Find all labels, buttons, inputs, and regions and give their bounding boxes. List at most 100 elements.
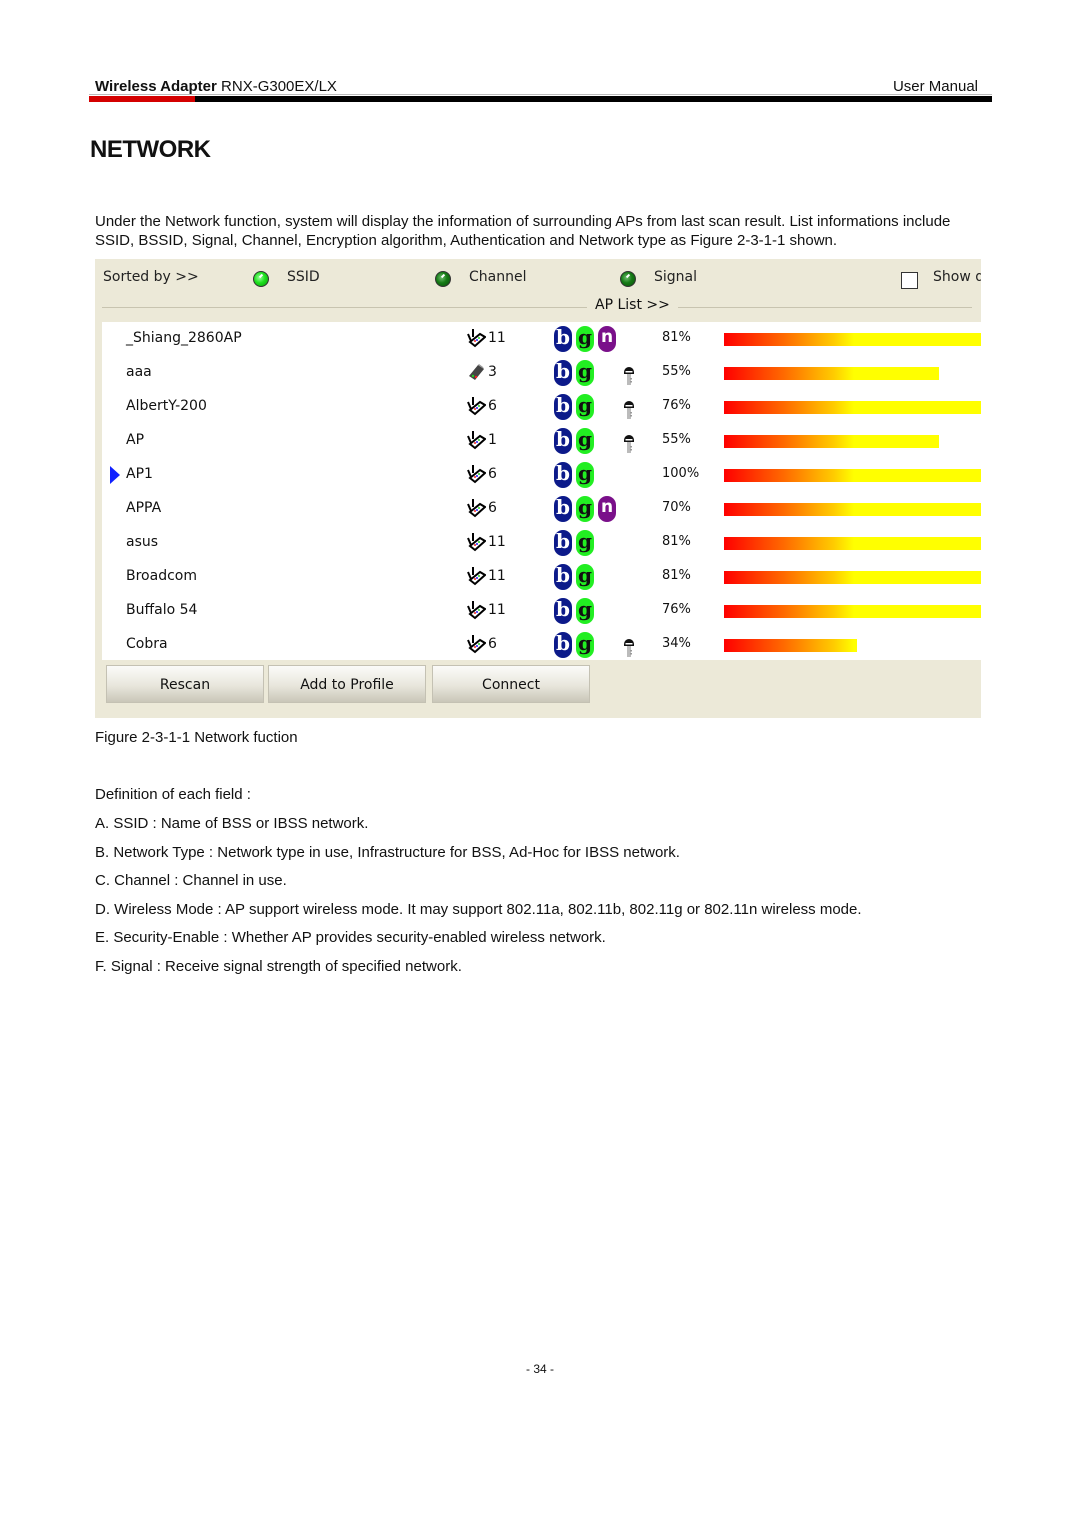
mode-g-icon: g: [576, 326, 594, 352]
infrastructure-ap-icon: [467, 499, 486, 518]
key-icon: [624, 435, 634, 453]
mode-b-icon: b: [554, 360, 572, 386]
key-icon: [624, 367, 634, 385]
header-rule: [89, 96, 992, 102]
header-product: Wireless Adapter RNX-G300EX/LX: [95, 78, 337, 95]
infrastructure-ap-icon: [467, 329, 486, 348]
ap-ssid: APPA: [126, 500, 162, 516]
ap-signal-bar: [724, 469, 981, 482]
connect-button[interactable]: Connect: [432, 665, 590, 703]
ap-signal-percent: 76%: [662, 398, 691, 413]
mode-g-icon: g: [576, 530, 594, 556]
infrastructure-ap-icon: [467, 533, 486, 552]
rescan-button[interactable]: Rescan: [106, 665, 264, 703]
ap-signal-bar: [724, 367, 939, 380]
ap-channel: 1: [488, 432, 497, 448]
ap-row[interactable]: AP1 6 b g 100%: [102, 458, 981, 492]
sort-channel-radio[interactable]: [435, 271, 451, 287]
ap-ssid: AlbertY-200: [126, 398, 207, 414]
intro-paragraph: Under the Network function, system will …: [95, 213, 951, 249]
mode-n-icon: n: [598, 496, 616, 522]
header-thin-rule: [89, 94, 992, 95]
mode-b-icon: b: [554, 530, 572, 556]
sort-bar: Sorted by >> SSID Channel Signal Show d: [95, 259, 981, 299]
ap-channel: 11: [488, 330, 506, 346]
infrastructure-ap-icon: [467, 465, 486, 484]
sort-signal-radio[interactable]: [620, 271, 636, 287]
ap-signal-bar: [724, 333, 981, 346]
sort-ssid-radio[interactable]: [253, 271, 269, 287]
ap-row[interactable]: Broadcom 11 b g 81%: [102, 560, 981, 594]
ap-row[interactable]: _Shiang_2860AP 11 b g n 81%: [102, 322, 981, 356]
definitions-heading: Definition of each field :: [95, 786, 251, 803]
mode-b-icon: b: [554, 428, 572, 454]
mode-b-icon: b: [554, 462, 572, 488]
ap-row[interactable]: AP 1 b g 55%: [102, 424, 981, 458]
mode-n-icon: n: [598, 326, 616, 352]
ap-row[interactable]: asus 11 b g 81%: [102, 526, 981, 560]
ap-signal-percent: 55%: [662, 432, 691, 447]
adhoc-card-icon: [469, 364, 484, 380]
ap-list[interactable]: _Shiang_2860AP 11 b g n 81% aaa 3 b g 55% AlbertY-2…: [102, 322, 981, 660]
ap-signal-percent: 70%: [662, 500, 691, 515]
ap-ssid: Buffalo 54: [126, 602, 198, 618]
mode-b-icon: b: [554, 394, 572, 420]
header-doc-type: User Manual: [892, 78, 978, 95]
mode-b-icon: b: [554, 632, 572, 658]
ap-ssid: Cobra: [126, 636, 168, 652]
ap-row[interactable]: Buffalo 54 11 b g 76%: [102, 594, 981, 628]
network-panel-screenshot: Sorted by >> SSID Channel Signal Show d …: [95, 259, 981, 718]
sorted-by-label: Sorted by >>: [103, 269, 199, 285]
infrastructure-ap-icon: [467, 431, 486, 450]
sort-signal-label[interactable]: Signal: [654, 269, 697, 285]
ap-row[interactable]: Cobra 6 b g 34%: [102, 628, 981, 662]
ap-channel: 11: [488, 602, 506, 618]
ap-signal-bar: [724, 571, 981, 584]
ap-channel: 6: [488, 466, 497, 482]
ap-signal-bar: [724, 605, 981, 618]
sort-channel-label[interactable]: Channel: [469, 269, 526, 285]
mode-g-icon: g: [576, 496, 594, 522]
ap-channel: 6: [488, 398, 497, 414]
ap-channel: 6: [488, 500, 497, 516]
sort-ssid-label[interactable]: SSID: [287, 269, 320, 285]
ap-list-label: AP List >>: [587, 297, 678, 313]
add-to-profile-button[interactable]: Add to Profile: [268, 665, 426, 703]
ap-signal-percent: 81%: [662, 330, 691, 345]
show-checkbox[interactable]: [901, 272, 918, 289]
ap-signal-percent: 100%: [662, 466, 700, 481]
ap-signal-percent: 81%: [662, 534, 691, 549]
ap-ssid: _Shiang_2860AP: [126, 330, 242, 346]
mode-b-icon: b: [554, 326, 572, 352]
header-product-name: Wireless Adapter: [95, 78, 217, 95]
mode-b-icon: b: [554, 496, 572, 522]
ap-signal-bar: [724, 503, 981, 516]
definition-network-type: B. Network Type : Network type in use, I…: [95, 844, 680, 861]
ap-ssid: Broadcom: [126, 568, 197, 584]
ap-row[interactable]: aaa 3 b g 55%: [102, 356, 981, 390]
ap-signal-percent: 76%: [662, 602, 691, 617]
definition-wireless-mode: D. Wireless Mode : AP support wireless m…: [95, 901, 862, 918]
show-checkbox-label[interactable]: Show d: [933, 269, 981, 285]
ap-signal-percent: 81%: [662, 568, 691, 583]
ap-row[interactable]: AlbertY-200 6 b g 76%: [102, 390, 981, 424]
definition-signal: F. Signal : Receive signal strength of s…: [95, 958, 462, 975]
header-model: RNX-G300EX/LX: [221, 78, 337, 95]
definition-channel: C. Channel : Channel in use.: [95, 872, 287, 889]
definition-security: E. Security-Enable : Whether AP provides…: [95, 929, 606, 946]
section-title: NETWORK: [90, 136, 211, 163]
ap-row[interactable]: APPA 6 b g n 70%: [102, 492, 981, 526]
mode-g-icon: g: [576, 428, 594, 454]
mode-g-icon: g: [576, 598, 594, 624]
ap-signal-bar: [724, 435, 939, 448]
infrastructure-ap-icon: [467, 635, 486, 654]
ap-signal-bar: [724, 537, 981, 550]
ap-channel: 11: [488, 568, 506, 584]
key-icon: [624, 639, 634, 657]
ap-channel: 3: [488, 364, 497, 380]
ap-signal-bar: [724, 639, 857, 652]
header-accent-rule: [89, 96, 195, 102]
ap-channel: 6: [488, 636, 497, 652]
mode-b-icon: b: [554, 598, 572, 624]
infrastructure-ap-icon: [467, 397, 486, 416]
